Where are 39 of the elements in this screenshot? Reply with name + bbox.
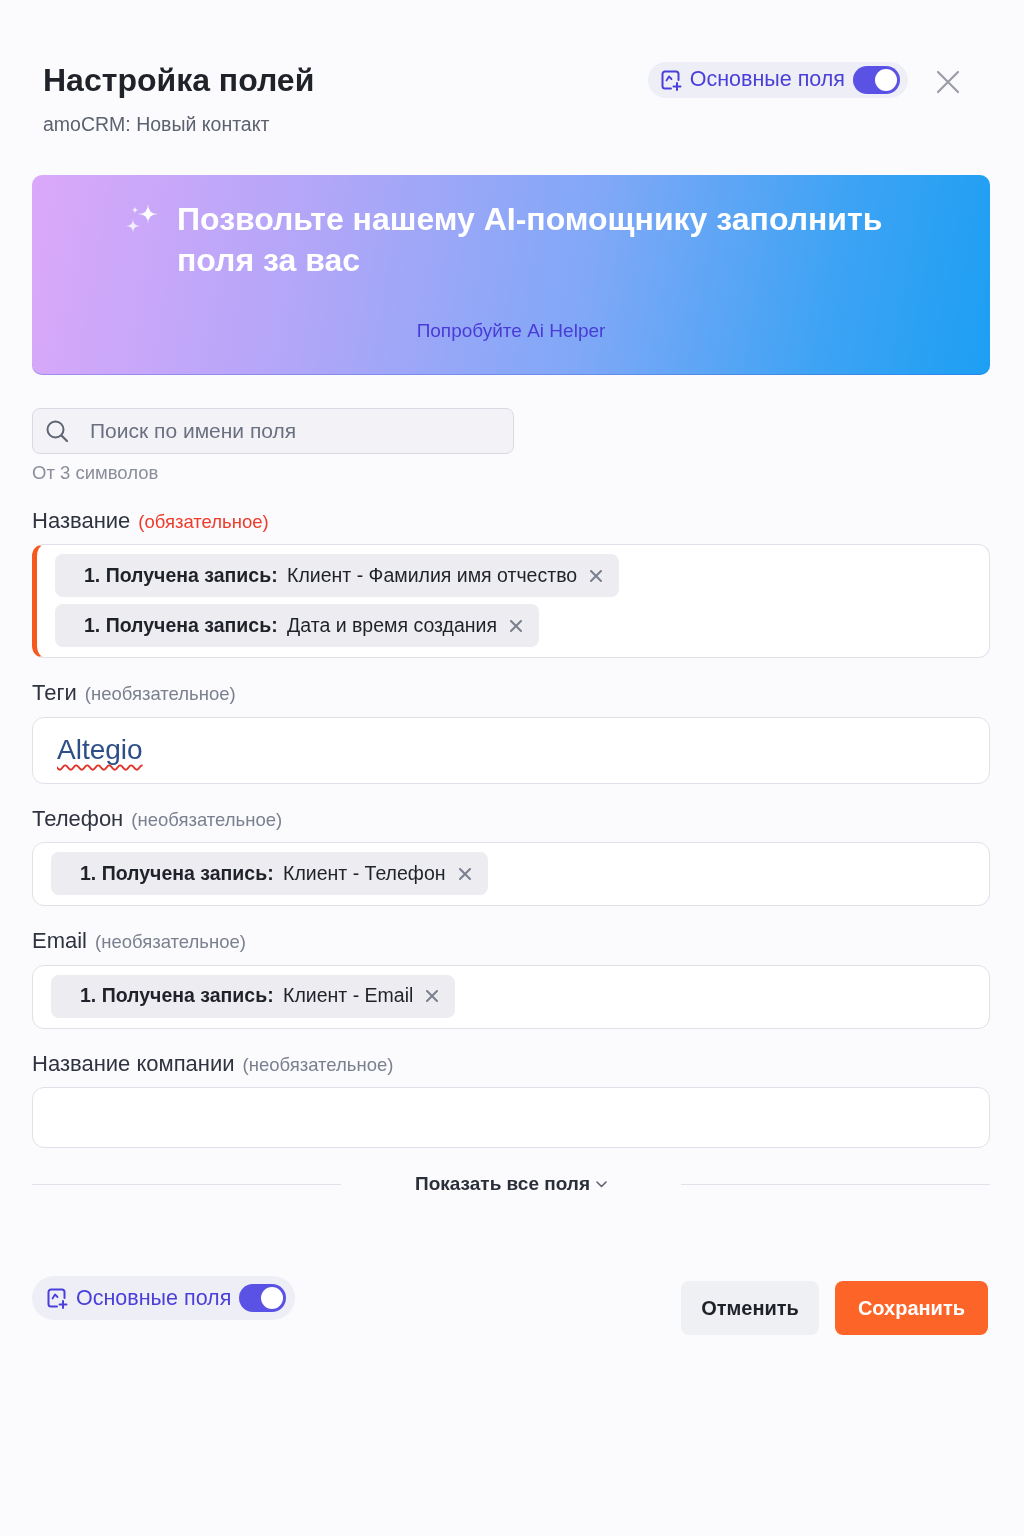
- search-icon: [45, 418, 69, 443]
- chip-field[interactable]: 1. Получена запись: Клиент - Email: [32, 964, 990, 1029]
- field-label: Теги: [32, 680, 77, 707]
- field-label: Название компании: [32, 1050, 235, 1077]
- show-all-fields-button[interactable]: Показать все поля: [415, 1167, 607, 1201]
- close-icon[interactable]: [936, 70, 960, 94]
- toggle-switch[interactable]: [239, 1284, 287, 1313]
- banner-title: Позвольте нашему AI-помощнику заполнить поля за вас: [177, 199, 884, 280]
- optional-note: (необязательное): [242, 1053, 394, 1076]
- chip-text: 1. Получена запись: Клиент - Email: [80, 983, 414, 1009]
- chip-text: 1. Получена запись: Дата и время создания: [84, 613, 497, 639]
- remove-icon[interactable]: [510, 619, 522, 632]
- chip-field[interactable]: 1. Получена запись: Клиент - Телефон: [32, 842, 990, 907]
- cancel-button[interactable]: Отменить: [681, 1281, 819, 1336]
- text-field[interactable]: Altegio: [32, 716, 990, 784]
- chip-text: 1. Получена запись: Клиент - Телефон: [80, 861, 446, 886]
- remove-icon[interactable]: [426, 990, 439, 1003]
- chip-text: 1. Получена запись: Клиент - Фамилия имя отчество: [84, 563, 578, 589]
- frame-plus-icon: [46, 1287, 68, 1310]
- dialog-title: Настройка полей: [43, 61, 315, 100]
- remove-icon[interactable]: [458, 867, 471, 880]
- field-label: Название: [32, 507, 131, 535]
- dialog-subtitle: amoCRM: Новый контакт: [43, 113, 271, 137]
- optional-note: (необязательное): [95, 931, 246, 954]
- required-note: (обязательное): [138, 510, 269, 534]
- optional-note: (необязательное): [84, 683, 236, 706]
- search-field[interactable]: Поиск по имени поля: [32, 407, 514, 454]
- frame-plus-icon: [659, 69, 682, 91]
- text-field[interactable]: [32, 1086, 990, 1148]
- field-label: Email: [32, 928, 87, 955]
- search-hint: От 3 символов: [32, 461, 160, 484]
- chevron-down-icon: [596, 1180, 607, 1188]
- toggle-switch[interactable]: [853, 66, 900, 94]
- toggle-label: Основные поля: [689, 67, 845, 93]
- field-label: Телефон: [32, 805, 124, 833]
- toggle-label: Основные поля: [76, 1285, 232, 1312]
- chip-field[interactable]: 1. Получена запись: Клиент - Фамилия имя отчество 1. Получена запись: Дата и время создания: [32, 544, 990, 659]
- optional-note: (необязательное): [131, 808, 283, 831]
- remove-icon[interactable]: [590, 569, 603, 582]
